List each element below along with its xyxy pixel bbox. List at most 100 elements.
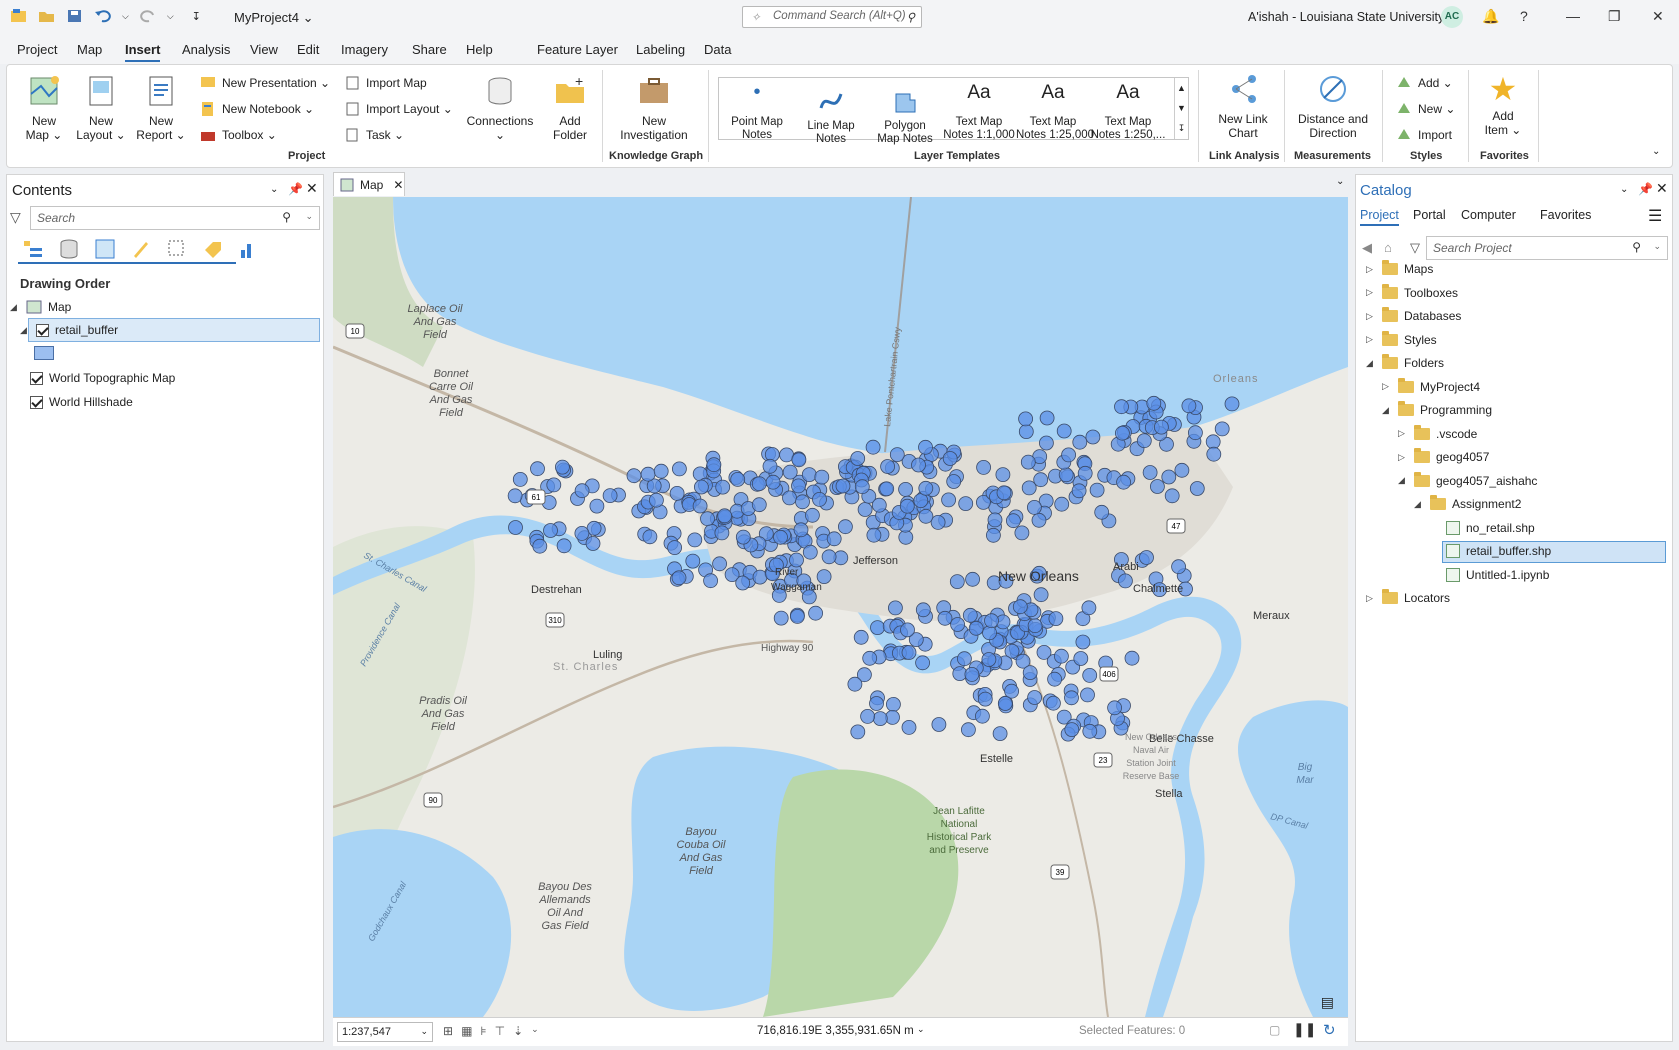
- layer-visibility-checkbox[interactable]: [30, 371, 43, 385]
- catalog-item[interactable]: no_retail.shp: [1430, 520, 1535, 535]
- save-icon[interactable]: [66, 8, 84, 24]
- retail-buffer-point[interactable]: [1089, 482, 1105, 498]
- retail-buffer-point[interactable]: [975, 708, 990, 724]
- close-pane-icon[interactable]: ✕: [1656, 180, 1668, 197]
- expand-icon[interactable]: ▷: [1398, 428, 1408, 439]
- retail-buffer-point[interactable]: [693, 479, 709, 495]
- retail-buffer-point[interactable]: [1174, 462, 1190, 478]
- retail-buffer-point[interactable]: [791, 452, 807, 468]
- retail-buffer-point[interactable]: [901, 720, 917, 735]
- retail-buffer-point[interactable]: [715, 479, 731, 495]
- retail-buffer-point[interactable]: [850, 451, 866, 466]
- retail-buffer-point[interactable]: [901, 645, 917, 660]
- task-button[interactable]: Task ⌄: [344, 127, 404, 143]
- retail-buffer-point[interactable]: [915, 655, 930, 671]
- close-tab-icon[interactable]: ✕: [393, 178, 403, 192]
- expand-icon[interactable]: ▷: [1366, 593, 1376, 604]
- retail-buffer-point[interactable]: [987, 512, 1003, 528]
- retail-buffer-point[interactable]: [700, 511, 715, 527]
- retail-buffer-point[interactable]: [556, 538, 572, 554]
- retail-buffer-point[interactable]: [648, 492, 664, 508]
- retail-buffer-point[interactable]: [982, 625, 997, 641]
- retail-buffer-point[interactable]: [1224, 396, 1240, 412]
- retail-buffer-point[interactable]: [997, 696, 1013, 711]
- retail-buffer-point[interactable]: [814, 469, 830, 485]
- retail-buffer-point[interactable]: [913, 493, 929, 509]
- retail-buffer-point[interactable]: [1004, 683, 1019, 699]
- retail-buffer-point[interactable]: [765, 474, 781, 490]
- retail-buffer-point[interactable]: [717, 508, 733, 524]
- retail-buffer-point[interactable]: [762, 458, 778, 474]
- retail-buffer-point[interactable]: [692, 498, 708, 514]
- retail-buffer-point[interactable]: [964, 666, 980, 682]
- restore-icon[interactable]: ❐: [1608, 8, 1621, 25]
- retail-buffer-point[interactable]: [795, 494, 810, 510]
- tab-map[interactable]: Map: [77, 42, 102, 57]
- tab-help[interactable]: Help: [466, 42, 493, 57]
- snapping-icon[interactable]: ⊤: [495, 1024, 505, 1038]
- distance-direction-button[interactable]: Distance and Direction: [1290, 72, 1376, 140]
- map-node[interactable]: ◢ Map: [10, 300, 71, 314]
- retail-buffer-point[interactable]: [642, 529, 658, 545]
- retail-buffer-point[interactable]: [870, 620, 885, 636]
- retail-buffer-point[interactable]: [585, 536, 601, 551]
- retail-buffer-point[interactable]: [942, 451, 958, 466]
- basemap[interactable]: Orleans Laplace Oil And Gas Field Bonnet Ca…: [333, 197, 1348, 1017]
- layer-retail-buffer[interactable]: ◢ retail_buffer: [20, 323, 118, 337]
- retail-buffer-point[interactable]: [1206, 446, 1222, 462]
- retail-buffer-point[interactable]: [507, 488, 523, 504]
- view-tabs-menu-icon[interactable]: ⌄: [1336, 176, 1344, 187]
- retail-buffer-point[interactable]: [626, 468, 642, 484]
- charts-icon[interactable]: [238, 238, 260, 260]
- new-link-chart-button[interactable]: New Link Chart: [1208, 72, 1278, 140]
- import-map-button[interactable]: Import Map: [344, 75, 427, 91]
- retail-buffer-point[interactable]: [1124, 650, 1140, 666]
- retail-buffer-point[interactable]: [931, 717, 947, 732]
- retail-buffer-point[interactable]: [532, 538, 548, 554]
- retail-buffer-point[interactable]: [1118, 573, 1133, 589]
- retail-buffer-point[interactable]: [808, 605, 824, 621]
- retail-buffer-point[interactable]: [752, 569, 768, 585]
- retail-buffer-point[interactable]: [554, 459, 570, 475]
- text-map-notes-1000-button[interactable]: Aa Text Map Notes 1:1,000: [942, 83, 1016, 142]
- retail-buffer-point[interactable]: [751, 497, 767, 513]
- retail-buffer-point[interactable]: [789, 608, 805, 624]
- retail-buffer-point[interactable]: [703, 573, 719, 589]
- text-map-notes-250000-button[interactable]: Aa Text Map Notes 1:250,...: [1090, 83, 1166, 142]
- retail-buffer-point[interactable]: [685, 553, 701, 569]
- retail-buffer-point[interactable]: [866, 527, 882, 543]
- close-pane-icon[interactable]: ✕: [306, 180, 318, 197]
- project-icon[interactable]: [10, 8, 28, 24]
- retail-buffer-point[interactable]: [1021, 480, 1037, 496]
- retail-buffer-point[interactable]: [880, 459, 895, 474]
- retail-buffer-point[interactable]: [1058, 467, 1074, 483]
- retail-buffer-point[interactable]: [872, 711, 888, 726]
- retail-buffer-point[interactable]: [968, 620, 984, 636]
- expand-icon[interactable]: ▷: [1398, 452, 1408, 463]
- retail-buffer-point[interactable]: [1047, 671, 1062, 687]
- retail-buffer-point[interactable]: [1114, 399, 1129, 415]
- retail-buffer-point[interactable]: [789, 552, 804, 568]
- customize-toolbar-icon[interactable]: ↧: [192, 10, 201, 23]
- retail-buffer-point[interactable]: [941, 492, 956, 508]
- scale-selector[interactable]: 1:237,547 ⌄: [337, 1022, 433, 1042]
- drawing-order-icon[interactable]: [22, 238, 44, 260]
- back-icon[interactable]: ◀: [1362, 240, 1372, 256]
- retail-buffer-point[interactable]: [918, 508, 934, 524]
- retail-buffer-point[interactable]: [782, 464, 798, 480]
- home-icon[interactable]: ⌂: [1384, 240, 1392, 255]
- catalog-item[interactable]: ◢ Programming: [1382, 401, 1492, 417]
- retail-buffer-point[interactable]: [900, 622, 915, 638]
- new-report-button[interactable]: New Report ⌄: [136, 74, 186, 142]
- collapse-icon[interactable]: ◢: [1382, 405, 1392, 416]
- retail-buffer-point[interactable]: [986, 527, 1001, 543]
- editing-icon[interactable]: [130, 238, 152, 260]
- undo-icon[interactable]: [94, 8, 112, 24]
- tab-share[interactable]: Share: [412, 42, 447, 57]
- retail-buffer-point[interactable]: [826, 531, 842, 547]
- map-overview-icon[interactable]: ▤: [1321, 994, 1334, 1011]
- layer-visibility-checkbox[interactable]: [30, 395, 43, 409]
- minimize-icon[interactable]: —: [1566, 8, 1580, 24]
- contents-search-input[interactable]: Search ⚲ ⌄: [30, 206, 320, 230]
- retail-buffer-point[interactable]: [1116, 474, 1131, 490]
